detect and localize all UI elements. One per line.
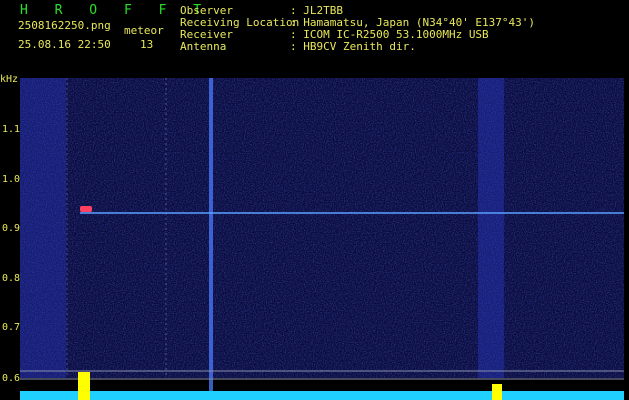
header-panel: H R O F F T 2508162250.png 25.08.16 22:5… (0, 0, 629, 72)
meteor-echo (80, 206, 92, 212)
noise-band-left (20, 78, 66, 378)
meteor-count-value: 13 (140, 38, 154, 51)
y-tick: 1.1 (2, 124, 21, 135)
meteor-bar (492, 384, 502, 400)
y-axis-unit: kHz (0, 74, 19, 85)
noise-band-right (478, 78, 504, 378)
y-tick: 0.6 (2, 373, 21, 384)
meteor-count-label: meteor (124, 24, 164, 37)
y-tick: 0.7 (2, 322, 21, 333)
observation-datetime: 25.08.16 22:50 (18, 38, 111, 51)
spectrogram-noise (20, 78, 624, 378)
antenna-label: Antenna (180, 40, 227, 53)
interference-line (209, 78, 213, 400)
y-tick: 1.0 (2, 174, 21, 185)
y-tick: 0.8 (2, 273, 21, 284)
antenna-value: : HB9CV Zenith dir. (290, 40, 416, 53)
y-tick: 0.9 (2, 223, 21, 234)
level-histogram (20, 391, 624, 400)
meteor-bar (78, 372, 90, 400)
image-filename: 2508162250.png (18, 19, 111, 32)
spectrogram-plot (20, 78, 624, 400)
